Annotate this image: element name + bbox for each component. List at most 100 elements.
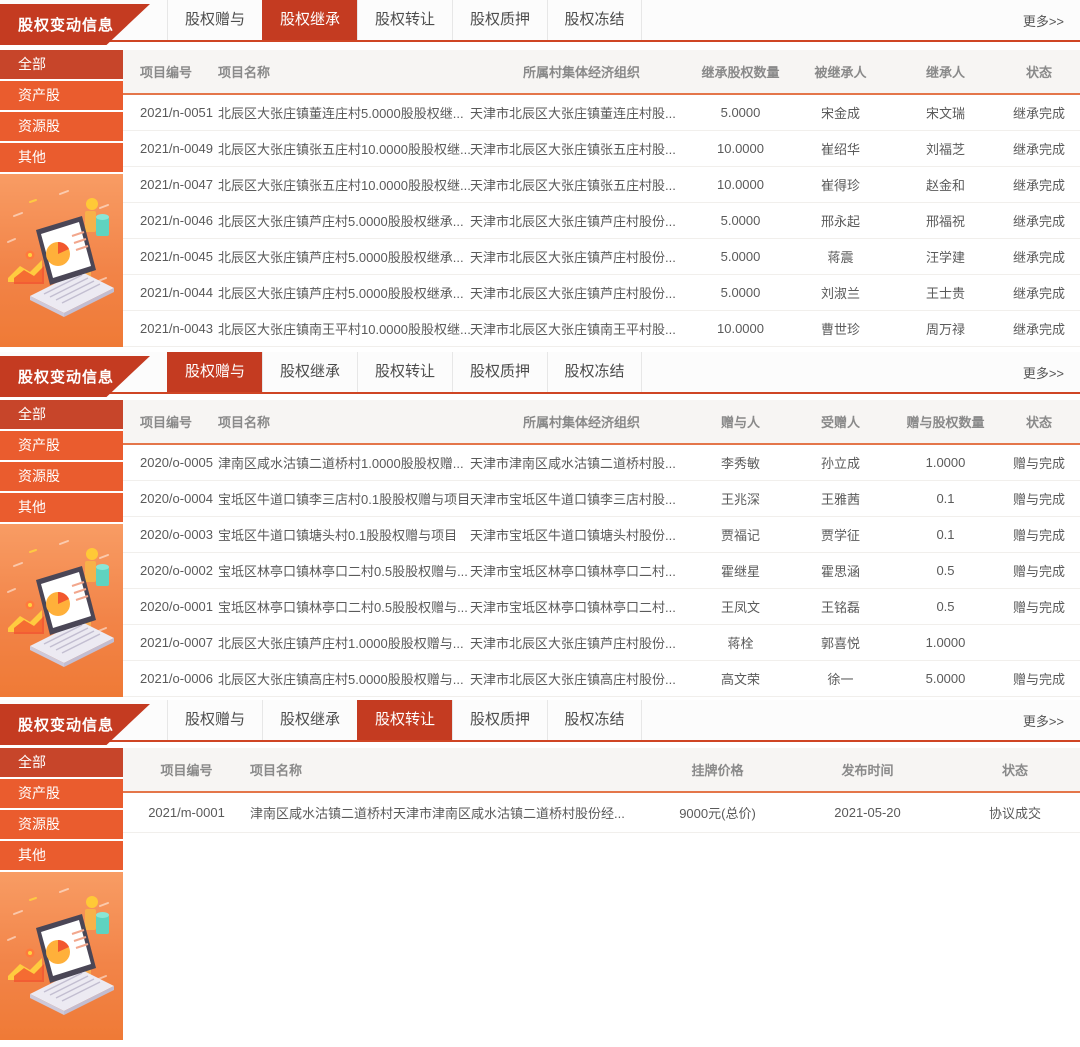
table-cell: 继承完成	[998, 139, 1080, 158]
column-header: 状态	[998, 62, 1080, 81]
sidebar-item-asset-shares[interactable]: 资产股	[0, 779, 123, 808]
table-cell: 津南区咸水沽镇二道桥村天津市津南区咸水沽镇二道桥村股份经...	[250, 803, 650, 822]
section-title-banner: 股权变动信息	[0, 4, 150, 45]
tab-equity-inheritance[interactable]: 股权继承	[262, 700, 357, 740]
table-row[interactable]: 2020/o-0001宝坻区林亭口镇林亭口二村0.5股股权赠与...天津市宝坻区…	[123, 589, 1080, 625]
table-cell: 李秀敏	[693, 453, 788, 472]
tab-bar: 股权赠与 股权继承 股权转让 股权质押 股权冻结	[167, 0, 642, 40]
table-row[interactable]: 2021/o-0007北辰区大张庄镇芦庄村1.0000股股权赠与...天津市北辰…	[123, 625, 1080, 661]
sidebar-item-resource-shares[interactable]: 资源股	[0, 810, 123, 839]
table-row[interactable]: 2021/n-0043北辰区大张庄镇南王平村10.0000股股权继...天津市北…	[123, 311, 1080, 347]
tab-equity-pledge[interactable]: 股权质押	[452, 352, 547, 392]
sidebar-item-resource-shares[interactable]: 资源股	[0, 112, 123, 141]
column-header: 项目编号	[123, 62, 218, 81]
table-cell: 北辰区大张庄镇芦庄村1.0000股股权赠与...	[218, 633, 470, 652]
table-cell: 0.1	[893, 491, 998, 506]
tab-equity-freeze[interactable]: 股权冻结	[547, 352, 642, 392]
table-cell: 霍思涵	[788, 561, 893, 580]
section-title-banner: 股权变动信息	[0, 356, 150, 397]
sidebar-item-other[interactable]: 其他	[0, 143, 123, 172]
tab-equity-pledge[interactable]: 股权质押	[452, 0, 547, 40]
table-cell: 天津市北辰区大张庄镇芦庄村股份...	[470, 633, 693, 652]
table-cell: 霍继星	[693, 561, 788, 580]
tab-equity-inheritance[interactable]: 股权继承	[262, 0, 357, 40]
table-cell: 0.5	[893, 599, 998, 614]
section-title: 股权变动信息	[0, 14, 114, 35]
more-link[interactable]: 更多>>	[1023, 363, 1080, 382]
sidebar-item-all[interactable]: 全部	[0, 50, 123, 79]
section-header: 股权变动信息 股权赠与 股权继承 股权转让 股权质押 股权冻结 更多>>	[0, 352, 1080, 394]
table-cell: 天津市宝坻区林亭口镇林亭口二村...	[470, 597, 693, 616]
sidebar-item-asset-shares[interactable]: 资产股	[0, 81, 123, 110]
column-header: 所属村集体经济组织	[470, 62, 693, 81]
table-cell: 郭喜悦	[788, 633, 893, 652]
table-row[interactable]: 2021/n-0047北辰区大张庄镇张五庄村10.0000股股权继...天津市北…	[123, 167, 1080, 203]
table-cell: 继承完成	[998, 319, 1080, 338]
more-link[interactable]: 更多>>	[1023, 711, 1080, 730]
tab-equity-pledge[interactable]: 股权质押	[452, 700, 547, 740]
table-cell: 2021/o-0006	[123, 671, 218, 686]
sidebar-item-all[interactable]: 全部	[0, 400, 123, 429]
table-row[interactable]: 2021/m-0001津南区咸水沽镇二道桥村天津市津南区咸水沽镇二道桥村股份经.…	[123, 793, 1080, 833]
sidebar-item-resource-shares[interactable]: 资源股	[0, 462, 123, 491]
table-cell: 1.0000	[893, 635, 998, 650]
table-cell: 2021/n-0043	[123, 321, 218, 336]
table-row[interactable]: 2020/o-0004宝坻区牛道口镇李三店村0.1股股权赠与项目天津市宝坻区牛道…	[123, 481, 1080, 517]
tab-equity-gift[interactable]: 股权赠与	[167, 0, 262, 40]
table-row[interactable]: 2021/n-0049北辰区大张庄镇张五庄村10.0000股股权继...天津市北…	[123, 131, 1080, 167]
table-row[interactable]: 2020/o-0002宝坻区林亭口镇林亭口二村0.5股股权赠与...天津市宝坻区…	[123, 553, 1080, 589]
tab-equity-freeze[interactable]: 股权冻结	[547, 700, 642, 740]
sidebar-item-all[interactable]: 全部	[0, 748, 123, 777]
table-cell: 继承完成	[998, 283, 1080, 302]
table-cell: 2021/n-0045	[123, 249, 218, 264]
tab-equity-inheritance[interactable]: 股权继承	[262, 352, 357, 392]
table-row[interactable]: 2021/n-0046北辰区大张庄镇芦庄村5.0000股股权继承...天津市北辰…	[123, 203, 1080, 239]
column-header: 状态	[998, 412, 1080, 431]
table-cell: 王兆深	[693, 489, 788, 508]
table-cell: 蒋震	[788, 247, 893, 266]
table-cell: 宝坻区牛道口镇塘头村0.1股股权赠与项目	[218, 525, 470, 544]
table-cell: 5.0000	[693, 105, 788, 120]
table-cell: 津南区咸水沽镇二道桥村1.0000股股权赠...	[218, 453, 470, 472]
column-header: 赠与股权数量	[893, 412, 998, 431]
tab-equity-transfer[interactable]: 股权转让	[357, 352, 452, 392]
table-cell: 继承完成	[998, 103, 1080, 122]
column-header: 项目编号	[123, 412, 218, 431]
table-cell: 赵金和	[893, 175, 998, 194]
table-row[interactable]: 2020/o-0005津南区咸水沽镇二道桥村1.0000股股权赠...天津市津南…	[123, 445, 1080, 481]
table-cell: 汪学建	[893, 247, 998, 266]
table-cell: 宋文瑞	[893, 103, 998, 122]
table-cell: 曹世珍	[788, 319, 893, 338]
section-title: 股权变动信息	[0, 714, 114, 735]
table-cell: 北辰区大张庄镇董连庄村5.0000股股权继...	[218, 103, 470, 122]
table-cell: 10.0000	[693, 177, 788, 192]
sidebar-item-other[interactable]: 其他	[0, 493, 123, 522]
table-row[interactable]: 2021/n-0045北辰区大张庄镇芦庄村5.0000股股权继承...天津市北辰…	[123, 239, 1080, 275]
table-cell: 宝坻区林亭口镇林亭口二村0.5股股权赠与...	[218, 597, 470, 616]
tab-bar: 股权赠与 股权继承 股权转让 股权质押 股权冻结	[167, 700, 642, 740]
table-cell: 北辰区大张庄镇张五庄村10.0000股股权继...	[218, 175, 470, 194]
tab-equity-transfer[interactable]: 股权转让	[357, 0, 452, 40]
table-row[interactable]: 2020/o-0003宝坻区牛道口镇塘头村0.1股股权赠与项目天津市宝坻区牛道口…	[123, 517, 1080, 553]
table-cell: 赠与完成	[998, 597, 1080, 616]
table-row[interactable]: 2021/o-0006北辰区大张庄镇高庄村5.0000股股权赠与...天津市北辰…	[123, 661, 1080, 697]
laptop-chart-illustration	[0, 872, 123, 1040]
tab-equity-freeze[interactable]: 股权冻结	[547, 0, 642, 40]
table-row[interactable]: 2021/n-0044北辰区大张庄镇芦庄村5.0000股股权继承...天津市北辰…	[123, 275, 1080, 311]
table-cell: 天津市北辰区大张庄镇张五庄村股...	[470, 139, 693, 158]
table-cell: 王士贵	[893, 283, 998, 302]
tab-equity-gift[interactable]: 股权赠与	[167, 700, 262, 740]
tab-equity-gift[interactable]: 股权赠与	[167, 352, 262, 392]
column-header: 发布时间	[785, 760, 950, 779]
section-header: 股权变动信息 股权赠与 股权继承 股权转让 股权质押 股权冻结 更多>>	[0, 0, 1080, 42]
table-cell: 2021/m-0001	[123, 805, 250, 820]
column-header: 被继承人	[788, 62, 893, 81]
table-row[interactable]: 2021/n-0051北辰区大张庄镇董连庄村5.0000股股权继...天津市北辰…	[123, 95, 1080, 131]
more-link[interactable]: 更多>>	[1023, 11, 1080, 30]
sidebar-item-other[interactable]: 其他	[0, 841, 123, 870]
table-cell: 2021/n-0051	[123, 105, 218, 120]
table-cell: 徐一	[788, 669, 893, 688]
table-header-row: 项目编号项目名称所属村集体经济组织赠与人受赠人赠与股权数量状态	[123, 400, 1080, 445]
tab-equity-transfer[interactable]: 股权转让	[357, 700, 452, 740]
sidebar-item-asset-shares[interactable]: 资产股	[0, 431, 123, 460]
